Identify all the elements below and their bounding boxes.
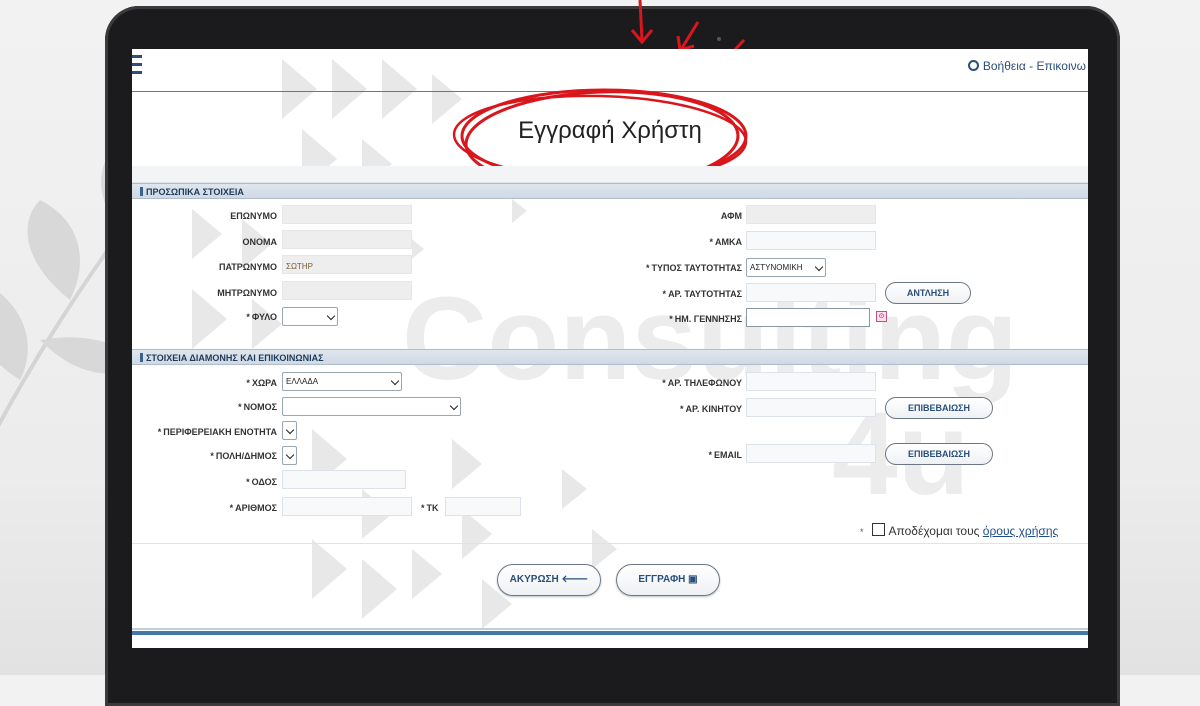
regional-unit-label: * ΠΕΡΙΦΕΡΕΙΑΚΗ ΕΝΟΤΗΤΑ (157, 427, 277, 437)
id-number-label: * ΑΡ. ΤΑΥΤΟΤΗΤΑΣ (662, 289, 742, 299)
footer-line-light (132, 628, 1088, 630)
birth-date-label: * ΗΜ. ΓΕΝΝΗΣΗΣ (669, 314, 742, 324)
afm-field[interactable] (746, 205, 876, 224)
email-field[interactable] (746, 444, 876, 463)
email-label: * EMAIL (708, 450, 742, 460)
father-name-value: ΣΩΤΗΡ (286, 262, 313, 271)
hamburger-menu-icon[interactable] (132, 55, 142, 77)
section-residence-title: ΣΤΟΙΧΕΙΑ ΔΙΑΜΟΝΗΣ ΚΑΙ ΕΠΙΚΟΙΝΩΝΙΑΣ (146, 353, 324, 363)
retrieve-button[interactable]: ΑΝΤΛΗΣΗ (885, 282, 971, 304)
chevron-down-icon (449, 401, 459, 411)
phone-label: * ΑΡ. ΤΗΛΕΦΩΝΟΥ (662, 378, 742, 388)
birth-date-field[interactable] (746, 308, 870, 327)
save-icon: ▣ (688, 574, 698, 585)
country-value: ΕΛΛΑΔΑ (286, 377, 319, 386)
name-label: ΟΝΟΜΑ (242, 237, 278, 247)
terms-checkbox[interactable] (871, 523, 885, 536)
chevron-down-icon (326, 311, 336, 321)
mobile-label: * ΑΡ. ΚΙΝΗΤΟΥ (680, 404, 742, 414)
afm-label: ΑΦΜ (720, 211, 742, 221)
calendar-icon[interactable]: ⊙ (876, 311, 887, 322)
country-select[interactable]: ΕΛΛΑΔΑ (282, 372, 402, 391)
register-label: ΕΓΓΡΑΦΗ (638, 574, 686, 585)
form-separator (132, 543, 1088, 544)
regional-unit-select[interactable] (282, 421, 297, 440)
phone-field[interactable] (746, 372, 876, 391)
amka-field[interactable] (746, 231, 876, 250)
mother-name-label: ΜΗΤΡΩΝΥΜΟ (217, 288, 277, 298)
surname-field[interactable] (282, 205, 412, 224)
lifebuoy-icon (967, 60, 979, 71)
mobile-field[interactable] (746, 398, 876, 417)
father-name-field[interactable]: ΣΩΤΗΡ (282, 255, 412, 274)
street-label: * ΟΔΟΣ (246, 477, 277, 487)
name-field[interactable] (282, 230, 412, 249)
gender-select[interactable] (282, 307, 338, 326)
postal-code-field[interactable] (445, 497, 521, 516)
street-field[interactable] (282, 470, 406, 489)
id-type-value: ΑΣΤΥΝΟΜΙΚΗ (750, 263, 803, 272)
terms-text: Αποδέχομαι τους (888, 524, 980, 538)
chevron-down-icon (390, 376, 400, 386)
terms-acceptance: * Αποδέχομαι τους όρους χρήσης (860, 523, 1059, 538)
gender-label: * ΦΥΛΟ (246, 312, 277, 322)
section-personal-title: ΠΡΟΣΩΠΙΚΑ ΣΤΟΙΧΕΙΑ (146, 187, 244, 197)
help-contact-link[interactable]: Βοήθεια - Επικοινω (967, 59, 1086, 73)
postal-code-label: * ΤΚ (421, 503, 439, 513)
street-number-label: * ΑΡΙΘΜΟΣ (229, 503, 277, 513)
confirm-mobile-button[interactable]: ΕΠΙΒΕΒΑΙΩΣΗ (885, 397, 993, 419)
title-separator (132, 166, 1088, 183)
chevron-down-icon (285, 425, 295, 435)
id-number-field[interactable] (746, 283, 876, 302)
cancel-label: ΑΚΥΡΩΣΗ (509, 574, 559, 585)
section-residence: ΣΤΟΙΧΕΙΑ ΔΙΑΜΟΝΗΣ ΚΑΙ ΕΠΙΚΟΙΝΩΝΙΑΣ (132, 349, 1088, 365)
browser-screen: Consulting 4u Βοήθεια - Επικοινω Εγγραφή… (132, 49, 1088, 648)
footer-line (132, 631, 1088, 635)
father-name-label: ΠΑΤΡΩΝΥΜΟ (219, 262, 277, 272)
cancel-button[interactable]: ΑΚΥΡΩΣΗ 🡐 (497, 564, 601, 596)
amka-label: * ΑΜΚΑ (709, 237, 742, 247)
id-type-label: * ΤΥΠΟΣ ΤΑΥΤΟΤΗΤΑΣ (646, 263, 742, 273)
street-number-field[interactable] (282, 497, 412, 516)
surname-label: ΕΠΩΝΥΜΟ (230, 211, 277, 221)
country-label: * ΧΩΡΑ (246, 378, 277, 388)
confirm-email-button[interactable]: ΕΠΙΒΕΒΑΙΩΣΗ (885, 443, 993, 465)
section-personal: ΠΡΟΣΩΠΙΚΑ ΣΤΟΙΧΕΙΑ (132, 183, 1088, 199)
prefecture-label: * ΝΟΜΟΣ (238, 402, 277, 412)
mother-name-field[interactable] (282, 281, 412, 300)
prefecture-select[interactable] (282, 397, 461, 416)
terms-link[interactable]: όρους χρήσης (983, 524, 1059, 538)
city-label: * ΠΟΛΗ/ΔΗΜΟΣ (210, 451, 277, 461)
register-button[interactable]: ΕΓΓΡΑΦΗ ▣ (616, 564, 720, 596)
chevron-down-icon (285, 450, 295, 460)
id-type-select[interactable]: ΑΣΤΥΝΟΜΙΚΗ (746, 258, 826, 277)
arrow-left-icon: 🡐 (561, 574, 589, 585)
city-select[interactable] (282, 446, 297, 465)
help-contact-label: Βοήθεια - Επικοινω (982, 59, 1086, 73)
chevron-down-icon (814, 262, 824, 272)
